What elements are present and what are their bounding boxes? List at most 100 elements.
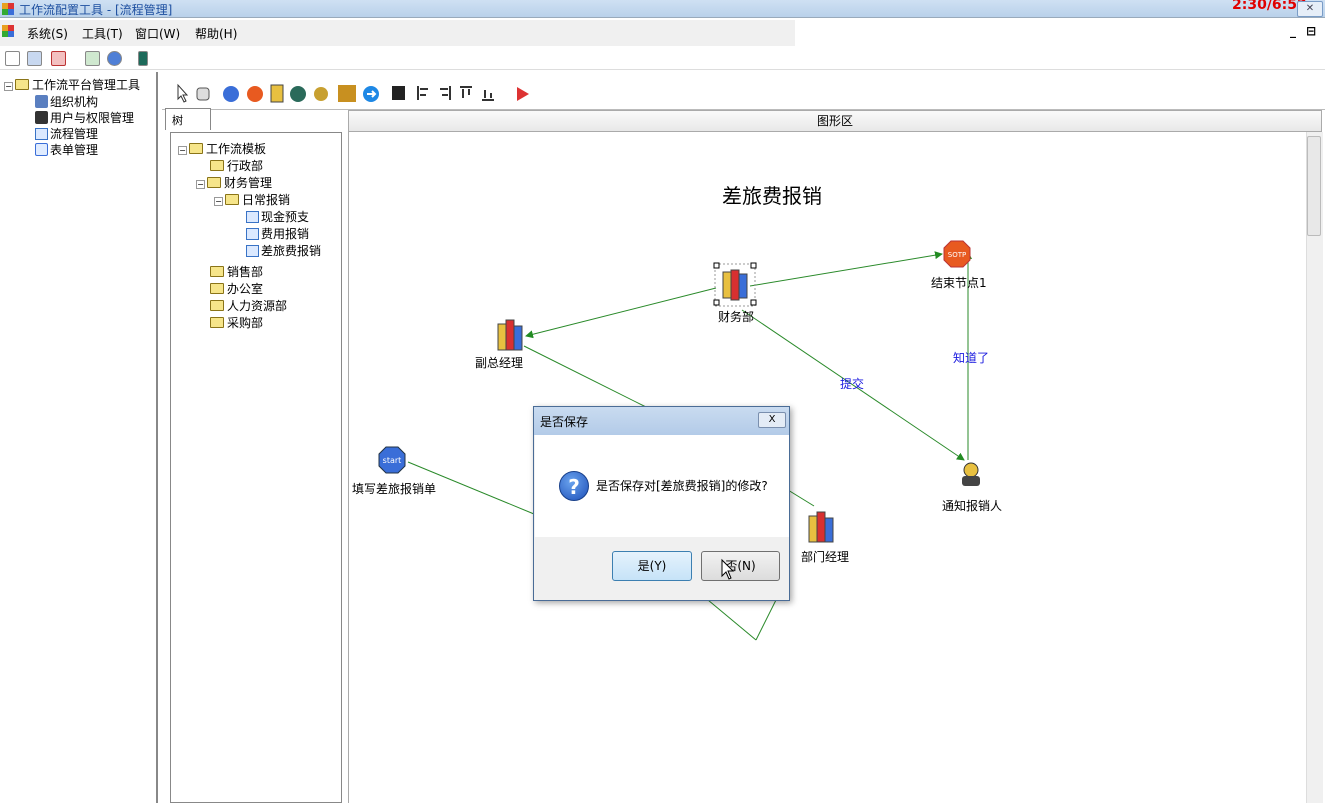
sidebar-item-users[interactable]: 用户与权限管理 (35, 109, 134, 126)
align-bottom-tool-icon (482, 90, 494, 101)
refresh-icon[interactable] (85, 51, 100, 66)
folder-icon (15, 79, 29, 90)
align-right-tool-icon (440, 86, 451, 100)
finance-node-label: 财务部 (718, 310, 755, 324)
mdi-child-icon (2, 25, 14, 40)
tab-canvas[interactable]: 图形区 (348, 110, 1322, 132)
finance-node-icon[interactable] (713, 262, 757, 308)
transition-tool-icon (363, 86, 379, 102)
flow-icon (246, 245, 259, 257)
no-button[interactable]: 否(N) (701, 551, 780, 581)
menu-system[interactable]: 系统(S) (27, 25, 68, 42)
folder-icon (210, 300, 224, 311)
folder-icon (210, 266, 224, 277)
tree-node-hr[interactable]: 人力资源部 (210, 297, 287, 314)
flow-icon (246, 211, 259, 223)
help-icon[interactable] (107, 51, 122, 66)
group-node-tool-icon (338, 85, 356, 102)
window-title: 工作流配置工具 - [流程管理] (19, 3, 173, 17)
org-chart-icon (35, 95, 48, 108)
exit-icon[interactable] (138, 51, 148, 66)
tree-flow-cash[interactable]: 现金预支 (246, 208, 309, 225)
notify-node-label: 通知报销人 (942, 499, 1003, 513)
dept-node-icon[interactable] (807, 508, 835, 544)
edge-finance-to-end (749, 251, 943, 287)
window-titlebar (0, 0, 1325, 18)
tree-flow-expense[interactable]: 费用报销 (246, 225, 309, 242)
scrollbar-thumb[interactable] (1307, 136, 1321, 236)
save-dialog: 是否保存 X ? 是否保存对[差旅费报销]的修改? 是(Y) 否(N) (533, 406, 790, 601)
dialog-title: 是否保存 (534, 407, 789, 435)
yes-button[interactable]: 是(Y) (612, 551, 692, 581)
designer-toolbar-icons (177, 83, 529, 103)
new-icon[interactable] (5, 51, 20, 66)
align-top-tool-icon (460, 86, 472, 98)
edge-lower-1 (707, 599, 757, 641)
tree-flow-travel[interactable]: 差旅费报销 (246, 242, 321, 259)
start-node-label: 填写差旅报销单 (352, 482, 437, 496)
tab-tree[interactable]: 树 (165, 108, 211, 130)
user-node-tool-icon (314, 87, 328, 101)
dialog-message: 是否保存对[差旅费报销]的修改? (596, 479, 768, 493)
sidebar-item-org[interactable]: 组织机构 (35, 93, 98, 110)
pointer-tool-icon (177, 83, 189, 103)
tree-root-admin[interactable]: − 工作流平台管理工具 (4, 76, 140, 93)
edge-lower-2 (755, 595, 779, 641)
delete-icon[interactable] (51, 51, 66, 66)
folder-icon (210, 160, 224, 171)
tree-node-office[interactable]: 办公室 (210, 280, 263, 297)
folder-icon (189, 143, 203, 154)
vp-node-icon[interactable] (496, 316, 524, 352)
user-icon (35, 111, 48, 124)
lock-tool-icon (196, 87, 210, 101)
app-icon (2, 3, 14, 15)
task-node-tool-icon (270, 84, 284, 103)
start-node-tool-icon (223, 86, 239, 102)
svg-text:start: start (383, 456, 402, 465)
flow-icon (35, 128, 48, 140)
tree-node-daily[interactable]: − 日常报销 (214, 191, 290, 208)
dept-node-label: 部门经理 (801, 550, 850, 564)
edge-label-notified[interactable]: 知道了 (953, 349, 989, 366)
vp-node-label: 副总经理 (475, 356, 524, 370)
edge-vp-down (523, 345, 649, 409)
stop-node-icon[interactable]: SOTP (943, 240, 971, 270)
tree-node-purchase[interactable]: 采购部 (210, 314, 263, 331)
menu-tools[interactable]: 工具(T) (82, 25, 123, 42)
folder-icon (207, 177, 221, 188)
tree-node-finance[interactable]: − 财务管理 (196, 174, 272, 191)
diagram-edges (407, 251, 972, 641)
flow-icon (246, 228, 259, 240)
folder-icon (210, 283, 224, 294)
folder-icon (210, 317, 224, 328)
edit-icon[interactable] (27, 51, 42, 66)
edge-dept-in (787, 489, 815, 507)
main-toolbar (0, 46, 1325, 70)
clock-overlay: 2:30/6:52 (1232, 0, 1307, 13)
edge-finance-to-vp (525, 287, 717, 339)
mouse-cursor-icon (721, 558, 735, 580)
menu-window[interactable]: 窗口(W) (135, 25, 180, 42)
align-left-tool-icon (417, 86, 428, 100)
menu-help[interactable]: 帮助(H) (195, 25, 237, 42)
tree-node-admin[interactable]: 行政部 (210, 157, 263, 174)
sidebar-item-forms[interactable]: 表单管理 (35, 141, 98, 158)
folder-icon (225, 194, 239, 205)
question-icon: ? (559, 471, 589, 501)
tree-node-sales[interactable]: 销售部 (210, 263, 263, 280)
table-icon (35, 143, 48, 156)
admin-tree-panel (0, 72, 158, 803)
stop-node-tool-icon (247, 86, 263, 102)
tree-node-templates[interactable]: − 工作流模板 (178, 140, 266, 157)
svg-text:SOTP: SOTP (948, 251, 966, 259)
start-node-icon[interactable]: start (378, 446, 406, 476)
notify-node-icon[interactable] (957, 460, 985, 488)
sidebar-item-flow[interactable]: 流程管理 (35, 125, 98, 142)
window-close-button[interactable]: ✕ (1297, 1, 1323, 17)
timer-tool-icon (290, 86, 306, 102)
save-tool-icon (392, 86, 405, 100)
edge-label-submit[interactable]: 提交 (840, 375, 864, 392)
mdi-window-controls[interactable]: _ ⊟ X (1290, 24, 1325, 38)
export-tool-icon (517, 87, 529, 101)
dialog-close-button[interactable]: X (758, 412, 786, 428)
